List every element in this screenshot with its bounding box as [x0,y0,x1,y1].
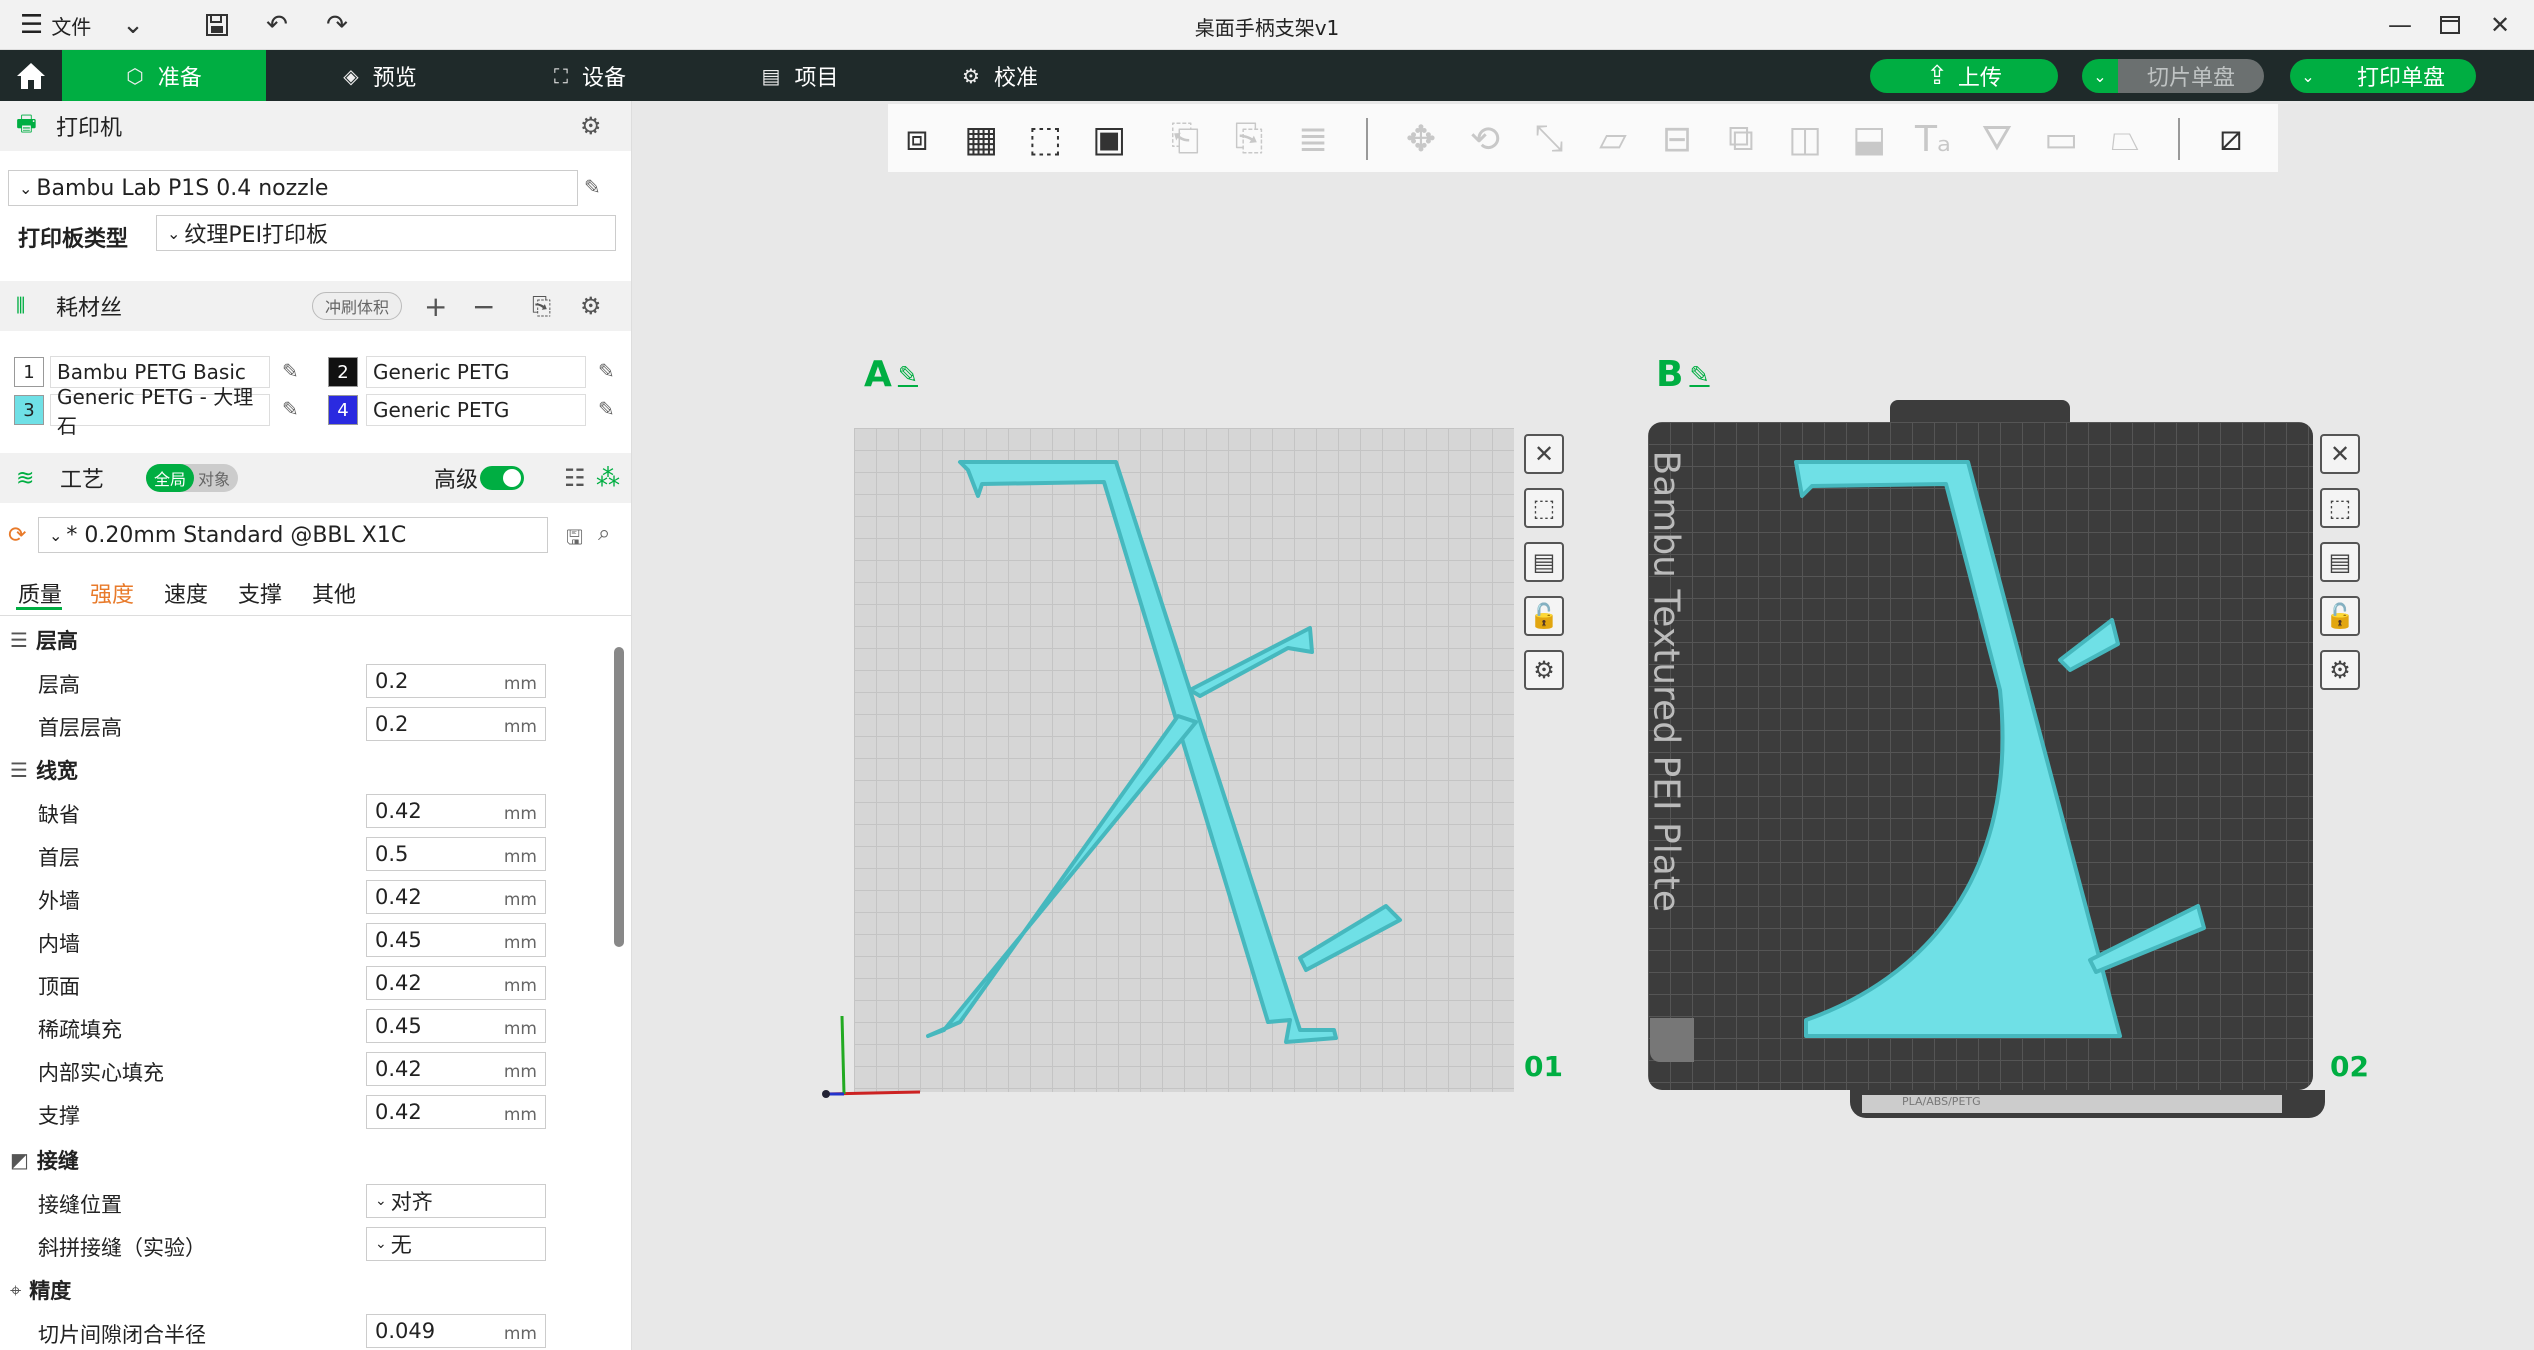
plate-b-model-layer [1794,460,2206,1038]
arrange-plate-icon[interactable]: ▤ [2320,542,2360,582]
remove-plate-icon[interactable]: ✕ [2320,434,2360,474]
auto-orient-plate-icon[interactable]: ⬚ [2320,488,2360,528]
plate-b-number: 02 [2330,1050,2369,1083]
model-b[interactable] [1794,460,2206,1038]
plate-settings-icon[interactable]: ⚙ [2320,650,2360,690]
lock-plate-icon[interactable]: 🔓 [2320,596,2360,636]
